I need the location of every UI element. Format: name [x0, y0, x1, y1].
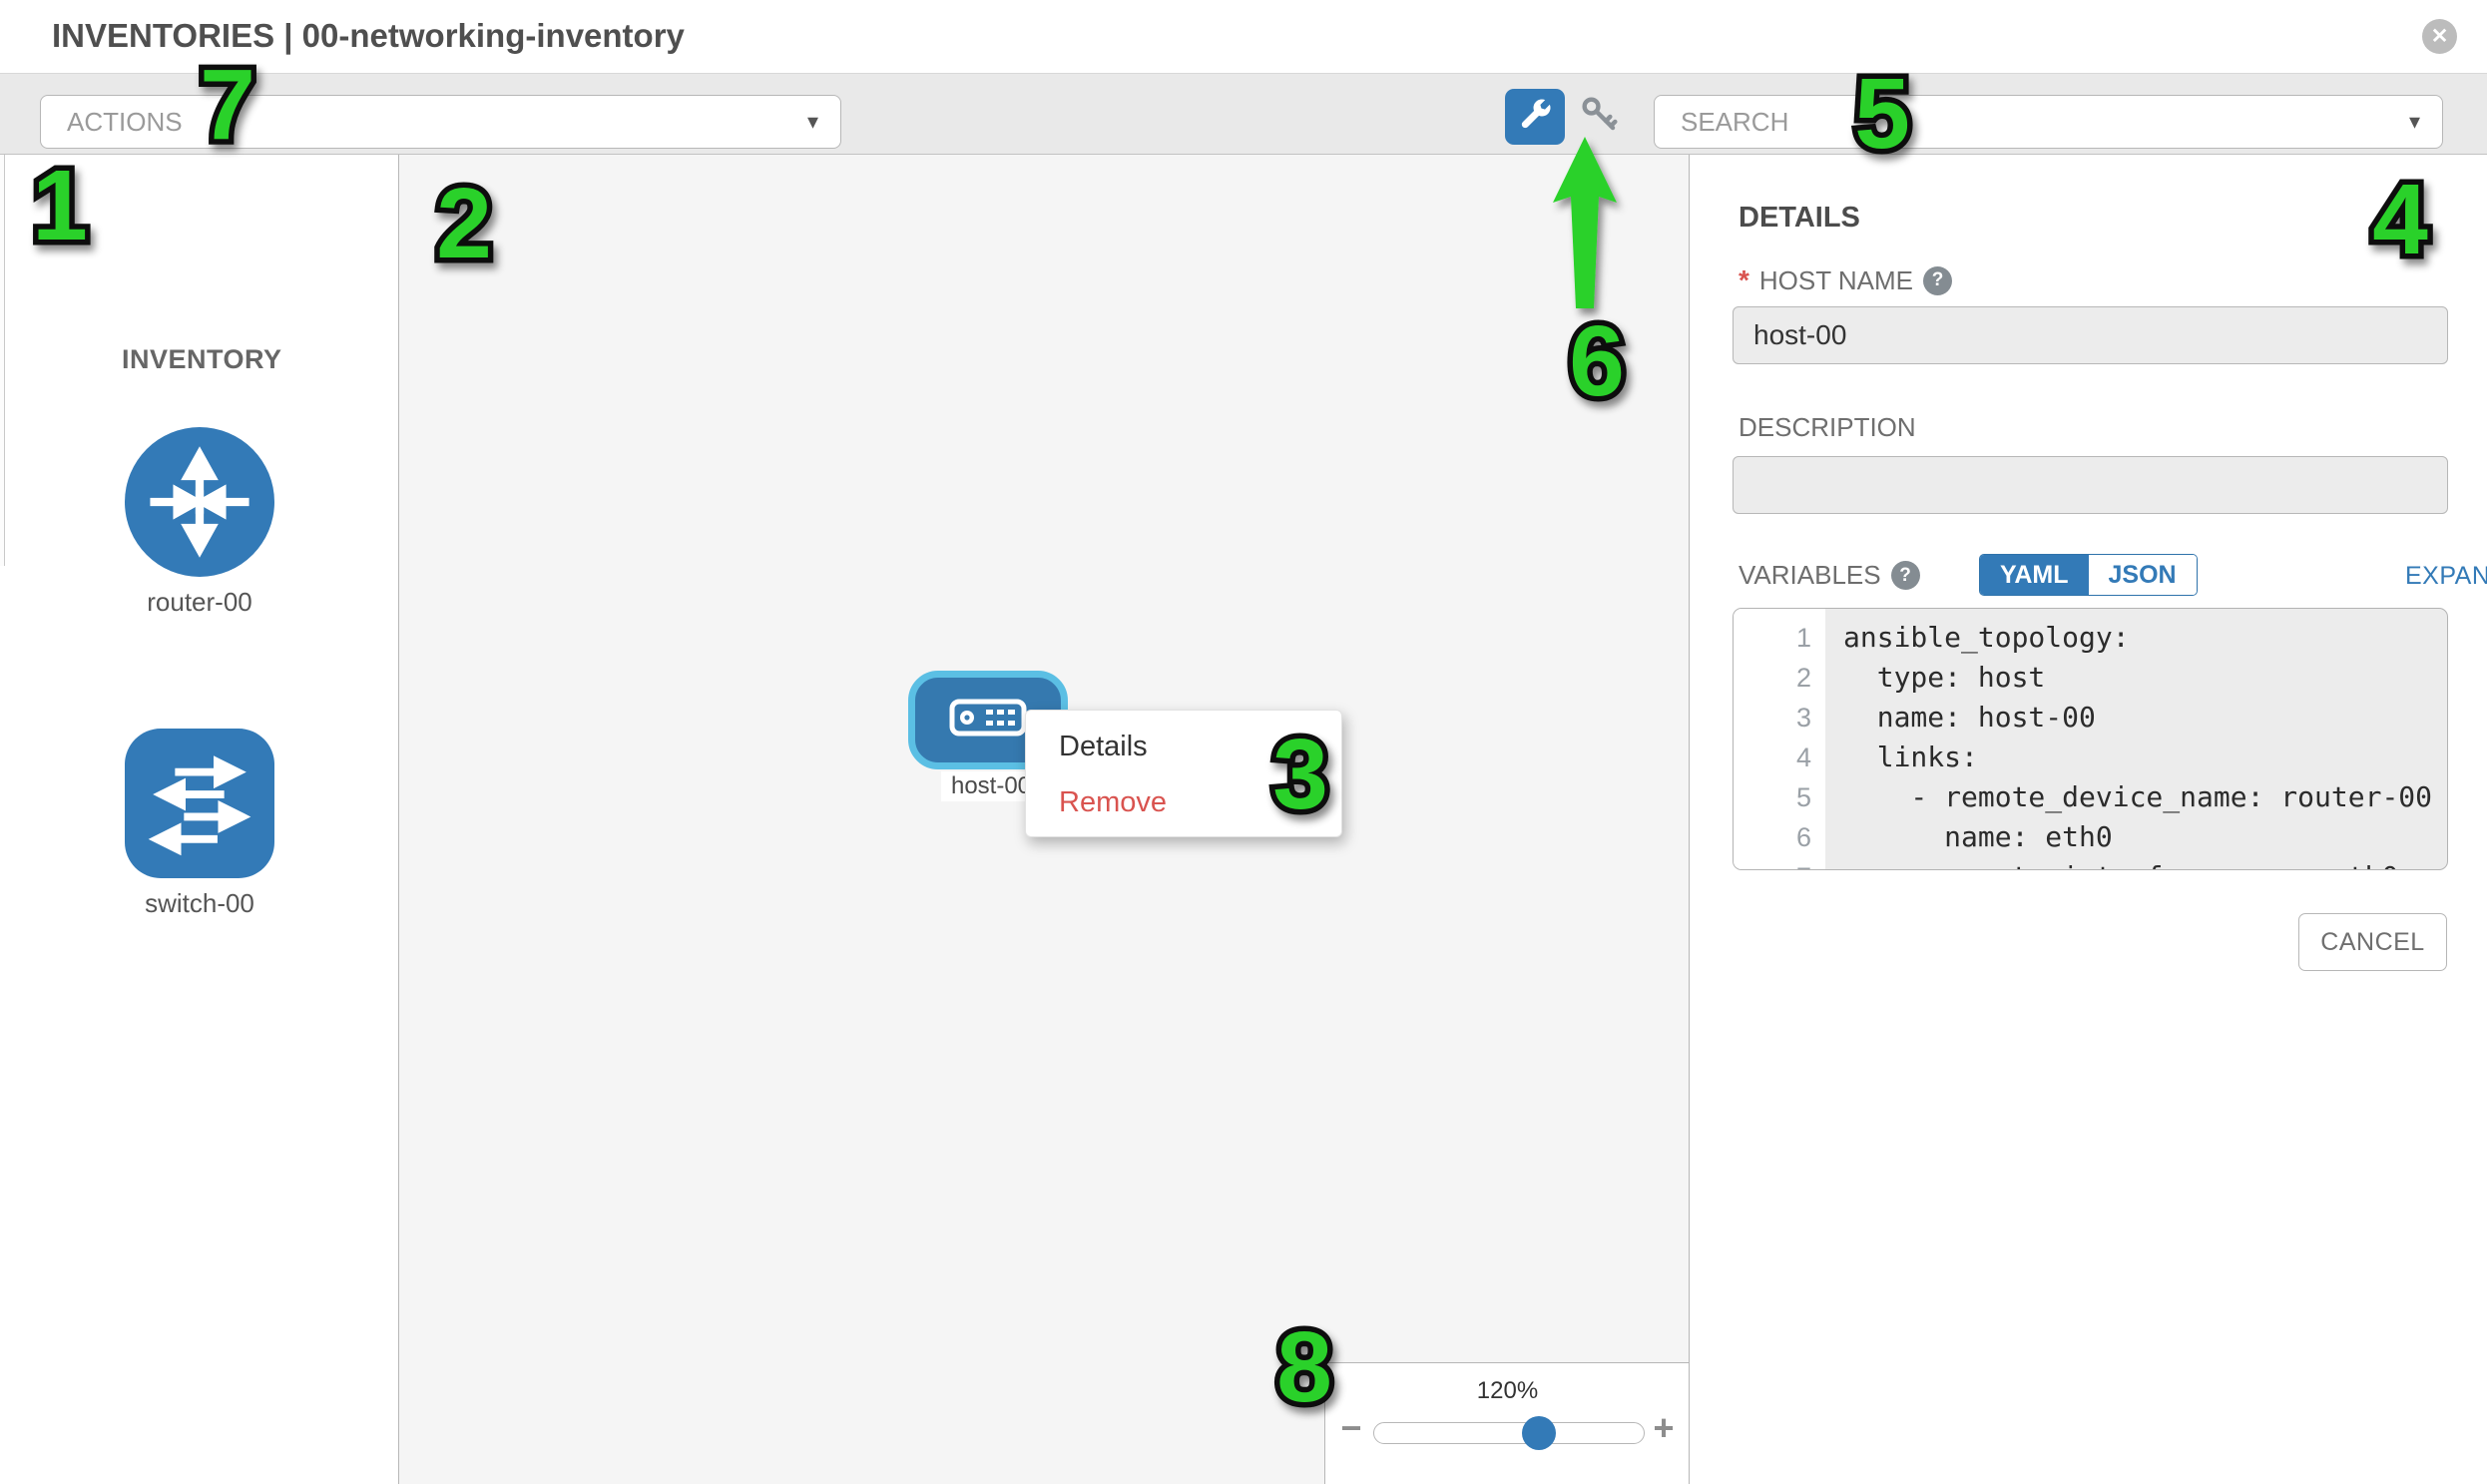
details-heading: DETAILS — [1739, 202, 1860, 235]
line-number: 7 — [1734, 857, 1825, 870]
description-field[interactable] — [1733, 456, 2448, 514]
header-bar: INVENTORIES | 00-networking-inventory ✕ — [0, 0, 2487, 73]
wrench-icon — [1517, 97, 1553, 138]
code-line: links: — [1843, 738, 2447, 777]
line-number: 1 — [1734, 618, 1825, 658]
line-number: 4 — [1734, 738, 1825, 777]
key-icon — [1577, 92, 1623, 143]
zoom-slider-track[interactable] — [1373, 1422, 1645, 1444]
variables-label-row: VARIABLES ? YAML JSON EXPAND — [1739, 560, 1920, 591]
code-line: - remote_device_name: router-00 — [1843, 777, 2447, 817]
menu-item-details[interactable]: Details — [1026, 719, 1341, 774]
chevron-down-icon: ▾ — [807, 109, 818, 135]
code-line: ansible_topology: — [1843, 618, 2447, 658]
topology-canvas[interactable]: host-00 Details Remove 120% − + — [399, 155, 1690, 1484]
host-name-label: HOST NAME — [1759, 265, 1913, 296]
router-icon — [125, 427, 274, 577]
inventory-sidebar: INVENTORY router-00 — [0, 155, 399, 1484]
host-name-label-row: * HOST NAME ? — [1739, 264, 1952, 296]
toolbar: ACTIONS ▾ SEARCH ▾ — [0, 73, 2487, 155]
zoom-slider-handle[interactable] — [1522, 1416, 1556, 1450]
context-menu: Details Remove — [1025, 710, 1342, 837]
code-area: ansible_topology: type: host name: host-… — [1825, 609, 2447, 869]
zoom-control: 120% − + — [1324, 1362, 1690, 1484]
details-panel: DETAILS * HOST NAME ? DESCRIPTION VARIAB… — [1691, 155, 2487, 1484]
variables-label: VARIABLES — [1739, 560, 1881, 591]
toggle-json[interactable]: JSON — [2089, 555, 2197, 595]
zoom-in-icon[interactable]: + — [1646, 1407, 1682, 1449]
actions-dropdown[interactable]: ACTIONS ▾ — [40, 95, 841, 149]
zoom-level: 120% — [1325, 1377, 1690, 1405]
chevron-down-icon: ▾ — [2409, 109, 2420, 135]
device-label: switch-00 — [100, 888, 299, 919]
sidebar-item-switch[interactable]: switch-00 — [100, 729, 299, 919]
menu-item-remove[interactable]: Remove — [1026, 774, 1341, 830]
description-label-row: DESCRIPTION — [1739, 412, 1916, 443]
search-dropdown[interactable]: SEARCH ▾ — [1654, 95, 2443, 149]
device-label: router-00 — [100, 587, 299, 618]
key-button[interactable] — [1574, 91, 1626, 143]
line-number: 6 — [1734, 817, 1825, 857]
switch-icon — [125, 729, 274, 878]
code-gutter: 1 2 3 4 5 6 7 — [1734, 609, 1825, 869]
host-icon — [948, 698, 1028, 742]
toggle-yaml[interactable]: YAML — [1980, 555, 2089, 595]
code-line: name: eth0 — [1843, 817, 2447, 857]
sidebar-scrollbar[interactable] — [0, 155, 5, 566]
help-icon[interactable]: ? — [1923, 266, 1952, 295]
format-toggle: YAML JSON — [1979, 554, 2198, 596]
help-icon[interactable]: ? — [1891, 561, 1920, 590]
actions-dropdown-label: ACTIONS — [67, 107, 183, 138]
zoom-out-icon[interactable]: − — [1333, 1407, 1369, 1449]
line-number: 5 — [1734, 777, 1825, 817]
line-number: 2 — [1734, 658, 1825, 698]
expand-link[interactable]: EXPAND — [2405, 562, 2487, 591]
description-label: DESCRIPTION — [1739, 412, 1916, 443]
variables-code-editor[interactable]: 1 2 3 4 5 6 7 ansible_topology: type: ho… — [1733, 608, 2448, 870]
sidebar-item-router[interactable]: router-00 — [100, 427, 299, 618]
inventory-heading: INVENTORY — [122, 344, 282, 375]
code-line: type: host — [1843, 658, 2447, 698]
required-asterisk: * — [1739, 264, 1749, 296]
page-title: INVENTORIES | 00-networking-inventory — [52, 17, 685, 55]
host-name-field[interactable] — [1733, 306, 2448, 364]
close-icon[interactable]: ✕ — [2422, 19, 2457, 54]
tools-button[interactable] — [1505, 89, 1565, 145]
cancel-button[interactable]: CANCEL — [2298, 913, 2447, 971]
search-dropdown-label: SEARCH — [1681, 107, 1788, 138]
code-line: remote_interface_name: eth0 — [1843, 857, 2447, 870]
code-line: name: host-00 — [1843, 698, 2447, 738]
line-number: 3 — [1734, 698, 1825, 738]
